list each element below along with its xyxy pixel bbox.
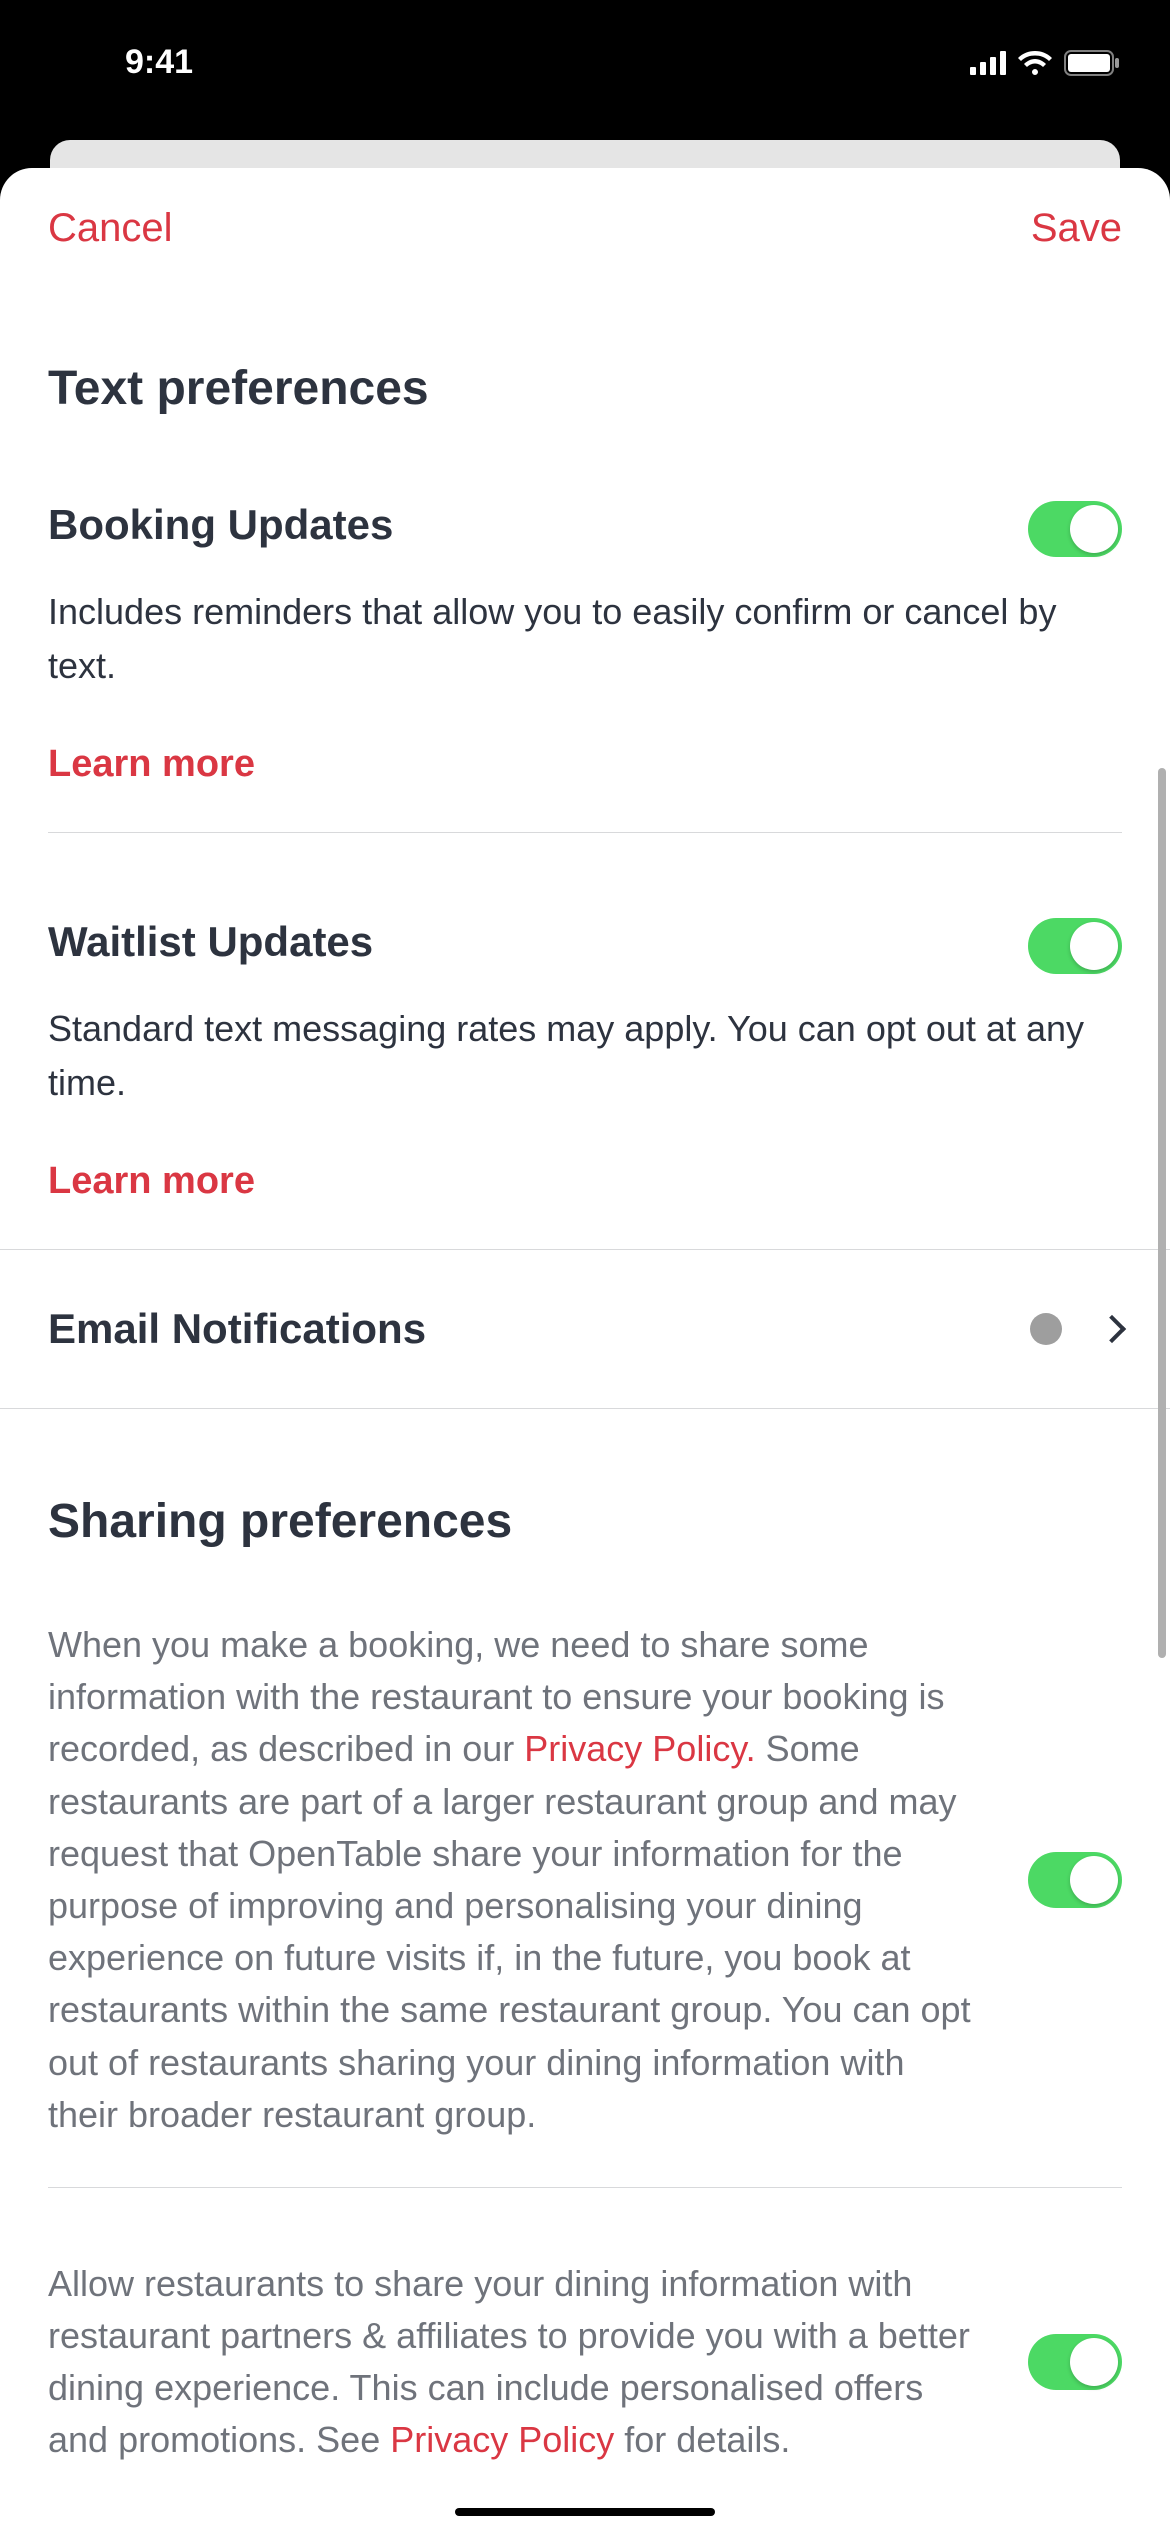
divider [48, 2187, 1122, 2188]
toggle-knob [1070, 922, 1118, 970]
home-indicator[interactable] [455, 2508, 715, 2516]
sharing-toggle-1[interactable] [1028, 1852, 1122, 1908]
toggle-knob [1070, 1856, 1118, 1904]
sharing-preferences-title: Sharing preferences [48, 1494, 1122, 1549]
toggle-knob [1070, 2338, 1118, 2386]
sharing-text-2: Allow restaurants to share your dining i… [48, 2258, 978, 2467]
sharing-row-1: When you make a booking, we need to shar… [48, 1619, 1122, 2141]
sheet-backdrop [50, 140, 1120, 170]
email-notifications-title: Email Notifications [48, 1305, 426, 1353]
sharing-text-after: for details. [614, 2419, 790, 2460]
wifi-icon [1018, 51, 1052, 75]
status-bar: 9:41 [0, 0, 1170, 110]
sheet-header: Cancel Save [0, 168, 1170, 251]
scrollbar[interactable] [1158, 768, 1166, 1658]
waitlist-updates-title: Waitlist Updates [48, 918, 373, 966]
save-button[interactable]: Save [1031, 206, 1122, 251]
status-time: 9:41 [50, 28, 193, 82]
battery-icon [1064, 50, 1120, 76]
cancel-button[interactable]: Cancel [48, 206, 173, 251]
modal-sheet: Cancel Save Text preferences Booking Upd… [0, 168, 1170, 2532]
booking-updates-row: Booking Updates [48, 501, 1122, 557]
chevron-right-icon [1098, 1315, 1126, 1343]
booking-updates-title: Booking Updates [48, 501, 393, 549]
privacy-policy-link[interactable]: Privacy Policy. [524, 1728, 755, 1769]
email-notifications-row[interactable]: Email Notifications [48, 1250, 1122, 1408]
toggle-knob [1070, 505, 1118, 553]
waitlist-learn-more-link[interactable]: Learn more [48, 1160, 255, 1203]
sharing-text-1: When you make a booking, we need to shar… [48, 1619, 978, 2141]
sharing-text-after: Some restaurants are part of a larger re… [48, 1728, 971, 2134]
sharing-row-2: Allow restaurants to share your dining i… [48, 2258, 1122, 2467]
text-preferences-title: Text preferences [48, 361, 1122, 416]
status-dot-icon [1030, 1313, 1062, 1345]
nav-right [1030, 1313, 1122, 1345]
cellular-icon [970, 51, 1006, 75]
sharing-toggle-2[interactable] [1028, 2334, 1122, 2390]
waitlist-updates-toggle[interactable] [1028, 918, 1122, 974]
booking-learn-more-link[interactable]: Learn more [48, 743, 255, 786]
waitlist-updates-desc: Standard text messaging rates may apply.… [48, 1002, 1122, 1110]
booking-updates-toggle[interactable] [1028, 501, 1122, 557]
divider [48, 832, 1122, 833]
status-indicators [970, 35, 1120, 76]
divider [0, 1408, 1170, 1409]
waitlist-updates-row: Waitlist Updates [48, 918, 1122, 974]
booking-updates-desc: Includes reminders that allow you to eas… [48, 585, 1122, 693]
privacy-policy-link[interactable]: Privacy Policy [390, 2419, 614, 2460]
